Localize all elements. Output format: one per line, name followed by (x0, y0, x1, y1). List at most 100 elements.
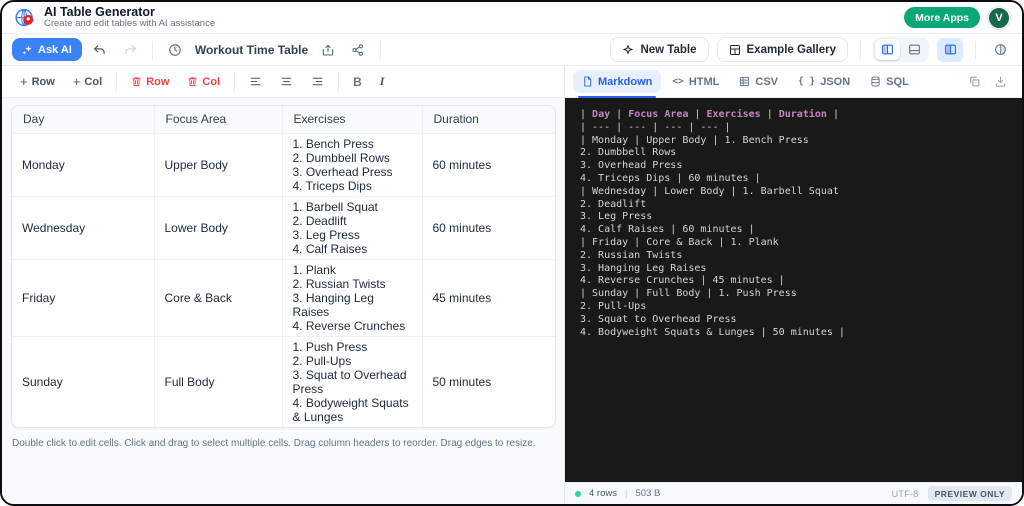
trash-icon (188, 77, 198, 87)
table-cell[interactable]: Sunday (12, 335, 155, 427)
column-header[interactable]: Duration (421, 106, 555, 134)
layout-segmented-control (873, 37, 929, 62)
toolbar-divider (380, 40, 382, 59)
delete-col-button[interactable]: Col (179, 71, 228, 93)
layout-bottom-button[interactable] (902, 39, 927, 60)
row-count: 4 rows (589, 488, 617, 499)
italic-button[interactable]: I (372, 71, 393, 93)
share-button[interactable] (346, 38, 370, 62)
avatar[interactable]: V (988, 6, 1010, 29)
app-title: AI Table Generator (44, 4, 155, 19)
code-line: | Friday | Core & Back | 1. Plank (580, 236, 779, 248)
copy-button[interactable] (962, 70, 986, 94)
align-center-button[interactable] (272, 71, 301, 93)
code-line: 4. Triceps Dips | 60 minutes | (580, 172, 761, 184)
ask-ai-button[interactable]: Ask AI (12, 38, 82, 61)
panel-toggle-button[interactable] (937, 37, 963, 62)
table-cell[interactable]: 50 minutes (421, 335, 555, 427)
exercise-line: 1. Push Press (292, 339, 368, 354)
align-right-icon (312, 77, 323, 86)
table-cell[interactable]: Full Body (153, 335, 283, 427)
example-gallery-button[interactable]: Example Gallery (716, 37, 848, 62)
table-cell[interactable]: Lower Body (153, 195, 283, 260)
redo-icon (125, 44, 136, 54)
table-cell[interactable]: 60 minutes (421, 195, 555, 260)
toolbar-divider (860, 40, 861, 59)
align-left-button[interactable] (241, 71, 270, 93)
split-view-icon (882, 44, 893, 55)
export-status-bar: 4 rows | 503 B UTF-8 PREVIEW ONLY (565, 482, 1022, 504)
code-line: | --- | --- | --- | --- | (580, 121, 731, 133)
more-apps-button[interactable]: More Apps (904, 7, 980, 28)
database-icon (870, 76, 881, 87)
new-table-button[interactable]: New Table (610, 37, 709, 62)
export-panel: Markdown <> HTML CSV { } JSON SQL | Day | Focu… (564, 66, 1022, 504)
file-icon (582, 76, 593, 87)
app-header: AI Table Generator Create and edit table… (2, 2, 1022, 34)
exercise-line: 4. Reverse Crunches (292, 318, 406, 333)
undo-button[interactable] (88, 38, 112, 62)
code-line: 2. Russian Twists (580, 249, 683, 261)
tab-label: Markdown (598, 75, 653, 88)
exercise-line: 3. Overhead Press (292, 164, 393, 179)
export-tabs: Markdown <> HTML CSV { } JSON SQL (573, 70, 918, 98)
table-cell[interactable]: Core & Back (153, 258, 283, 337)
table-cell[interactable]: Wednesday (12, 195, 155, 260)
tab-label: SQL (886, 75, 909, 88)
export-icon (322, 44, 334, 56)
table-cell[interactable]: Upper Body (153, 132, 283, 197)
table-row: Friday Core & Back 1. Plank 2. Russian Twis… (12, 258, 555, 337)
tab-html[interactable]: <> HTML (663, 70, 728, 93)
code-line: 3. Hanging Leg Raises (580, 262, 707, 274)
table-cell[interactable]: 1. Barbell Squat 2. Deadlift 3. Leg Press 4… (281, 195, 423, 260)
table-cell[interactable]: Friday (12, 258, 155, 337)
table-cell[interactable]: 45 minutes (421, 258, 555, 337)
align-left-icon (250, 77, 261, 86)
code-line: 4. Bodyweight Squats & Lunges | 50 minut… (580, 326, 845, 338)
data-table: Day Focus Area Exercises Duration Monday Upp… (12, 106, 555, 427)
tab-markdown[interactable]: Markdown (573, 70, 662, 98)
code-line: | Day | Focus Area | Exercises | Duratio… (580, 109, 839, 120)
table-cell[interactable]: 1. Push Press 2. Pull-Ups 3. Squat to Over… (281, 335, 423, 427)
table-row: Wednesday Lower Body 1. Barbell Squat 2. De… (12, 195, 555, 260)
table-name[interactable]: Workout Time Table (195, 43, 308, 57)
table-cell[interactable]: Monday (12, 132, 155, 197)
align-right-button[interactable] (303, 71, 332, 93)
exercise-line: 3. Leg Press (292, 227, 360, 242)
toolbar-divider (975, 40, 976, 59)
grid-icon (739, 76, 750, 87)
redo-button[interactable] (118, 38, 142, 62)
column-header[interactable]: Day (12, 106, 155, 134)
column-header[interactable]: Focus Area (153, 106, 283, 134)
export-tabs-bar: Markdown <> HTML CSV { } JSON SQL (565, 66, 1022, 98)
trash-icon (132, 77, 141, 87)
markdown-code-view[interactable]: | Day | Focus Area | Exercises | Duratio… (565, 98, 1022, 482)
delete-row-button[interactable]: Row (123, 71, 177, 93)
table-cell[interactable]: 1. Plank 2. Russian Twists 3. Hanging Leg … (281, 258, 423, 337)
history-button[interactable] (163, 38, 187, 62)
main-toolbar: Ask AI Workout Time Table New Table Exam… (2, 34, 1022, 66)
code-line: 2. Pull-Ups (580, 300, 647, 312)
app-logo-icon (14, 7, 36, 29)
code-line: 4. Calf Raises | 60 minutes | (580, 224, 755, 236)
tab-csv[interactable]: CSV (730, 70, 787, 93)
app-titles: AI Table Generator Create and edit table… (44, 5, 215, 30)
tab-json[interactable]: { } JSON (789, 70, 859, 93)
table-editor-panel: + Row + Col Row Col B I Day Focus Area E… (2, 66, 564, 504)
bold-button[interactable]: B (345, 71, 370, 93)
download-button[interactable] (988, 70, 1012, 94)
code-line: | Wednesday | Lower Body | 1. Barbell Sq… (580, 185, 839, 197)
exercise-line: 4. Calf Raises (292, 241, 368, 256)
export-button[interactable] (316, 38, 340, 62)
add-col-button[interactable]: + Col (65, 71, 110, 93)
tab-sql[interactable]: SQL (861, 70, 918, 93)
column-header[interactable]: Exercises (281, 106, 423, 134)
theme-toggle-button[interactable] (988, 38, 1012, 62)
split-view-icon (944, 44, 956, 55)
exercise-line: 2. Deadlift (292, 213, 347, 228)
add-row-button[interactable]: + Row (12, 71, 63, 93)
app-subtitle: Create and edit tables with AI assistanc… (44, 18, 216, 30)
table-cell[interactable]: 1. Bench Press 2. Dumbbell Rows 3. Overhea… (281, 132, 423, 197)
table-cell[interactable]: 60 minutes (421, 132, 555, 197)
layout-split-button[interactable] (875, 39, 900, 60)
